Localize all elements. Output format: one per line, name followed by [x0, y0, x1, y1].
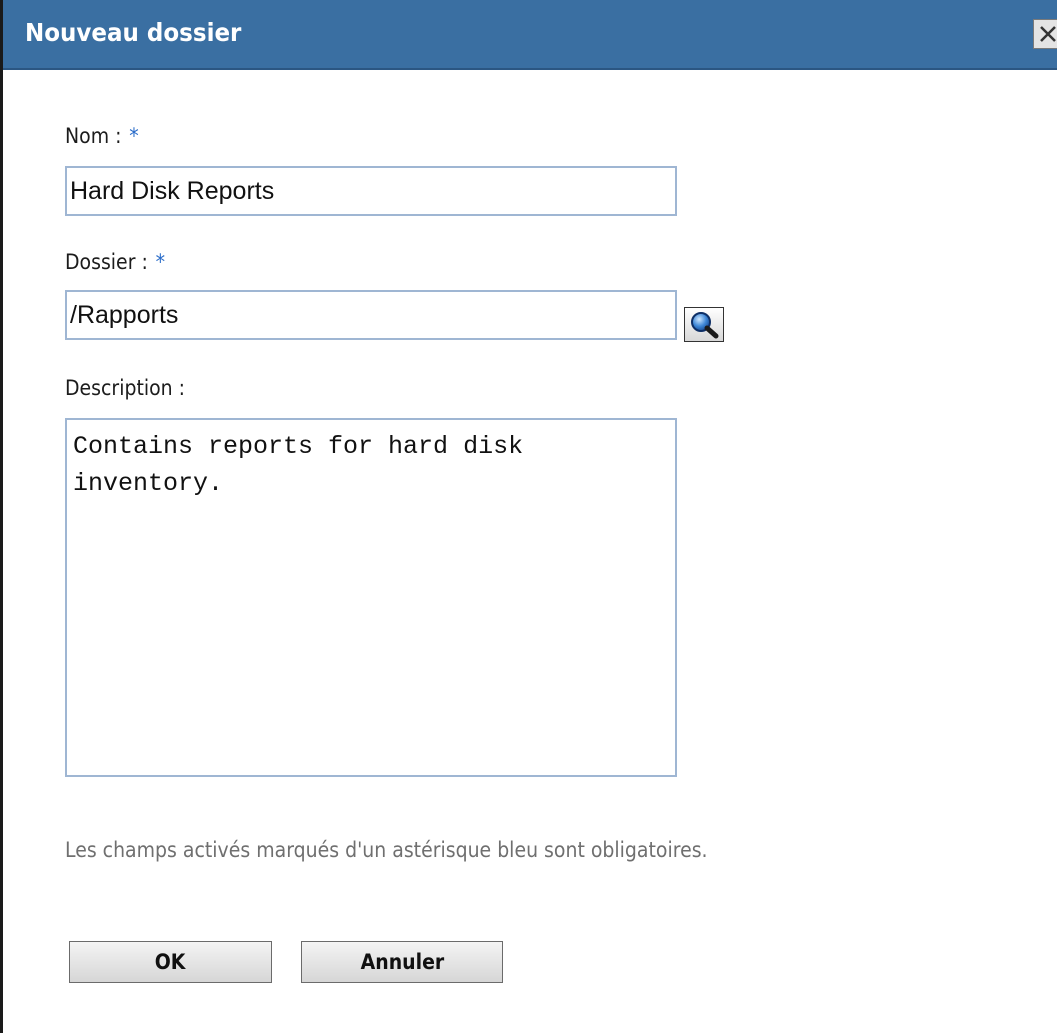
- folder-required-asterisk: *: [155, 250, 166, 274]
- folder-label: Dossier : *: [65, 250, 165, 274]
- required-fields-hint: Les champs activés marqués d'un astérisq…: [65, 838, 708, 862]
- name-required-asterisk: *: [129, 124, 139, 148]
- name-label-text: Nom :: [65, 124, 122, 148]
- browse-folder-button[interactable]: [684, 307, 724, 342]
- ok-button[interactable]: OK: [69, 941, 272, 983]
- new-folder-dialog: Nouveau dossier Nom : * Hard Disk Report…: [0, 0, 1057, 1033]
- magnifier-icon: [691, 312, 719, 339]
- ok-button-label: OK: [155, 950, 186, 974]
- name-input[interactable]: Hard Disk Reports: [65, 166, 677, 216]
- cancel-button[interactable]: Annuler: [301, 941, 503, 983]
- folder-input[interactable]: /Rapports: [65, 290, 677, 340]
- close-button[interactable]: [1033, 19, 1057, 49]
- folder-label-text: Dossier :: [65, 250, 148, 274]
- cancel-button-label: Annuler: [360, 950, 444, 974]
- dialog-title-bar: Nouveau dossier: [3, 0, 1057, 70]
- description-textarea[interactable]: Contains reports for hard disk inventory…: [65, 418, 677, 777]
- name-label: Nom : *: [65, 124, 139, 148]
- dialog-title: Nouveau dossier: [25, 18, 242, 47]
- description-label: Description :: [65, 376, 186, 400]
- close-icon: [1040, 26, 1056, 42]
